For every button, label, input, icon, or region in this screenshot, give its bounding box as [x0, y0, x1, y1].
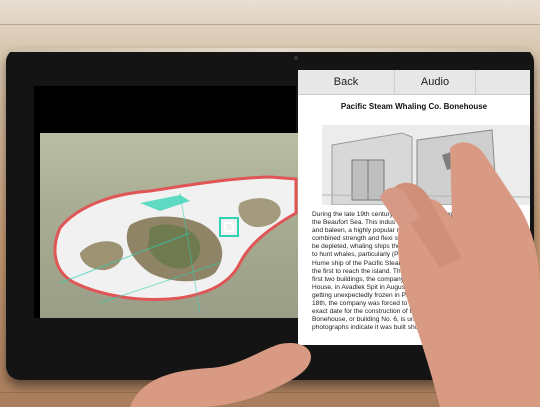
wood-seam: [0, 24, 540, 25]
tab-empty[interactable]: [474, 70, 530, 94]
panel-tab-bar: Back Audio: [298, 70, 530, 95]
island-3d-model: [53, 175, 298, 314]
left-hand: [130, 342, 311, 407]
camera-icon: [294, 56, 298, 60]
right-hand: [380, 142, 540, 407]
ar-3d-model-view[interactable]: [40, 133, 298, 318]
site-title: Pacific Steam Whaling Co. Bonehouse: [340, 102, 488, 111]
back-button[interactable]: Back: [298, 70, 394, 94]
audio-button[interactable]: Audio: [394, 70, 476, 94]
tablet-edge: [6, 48, 534, 52]
